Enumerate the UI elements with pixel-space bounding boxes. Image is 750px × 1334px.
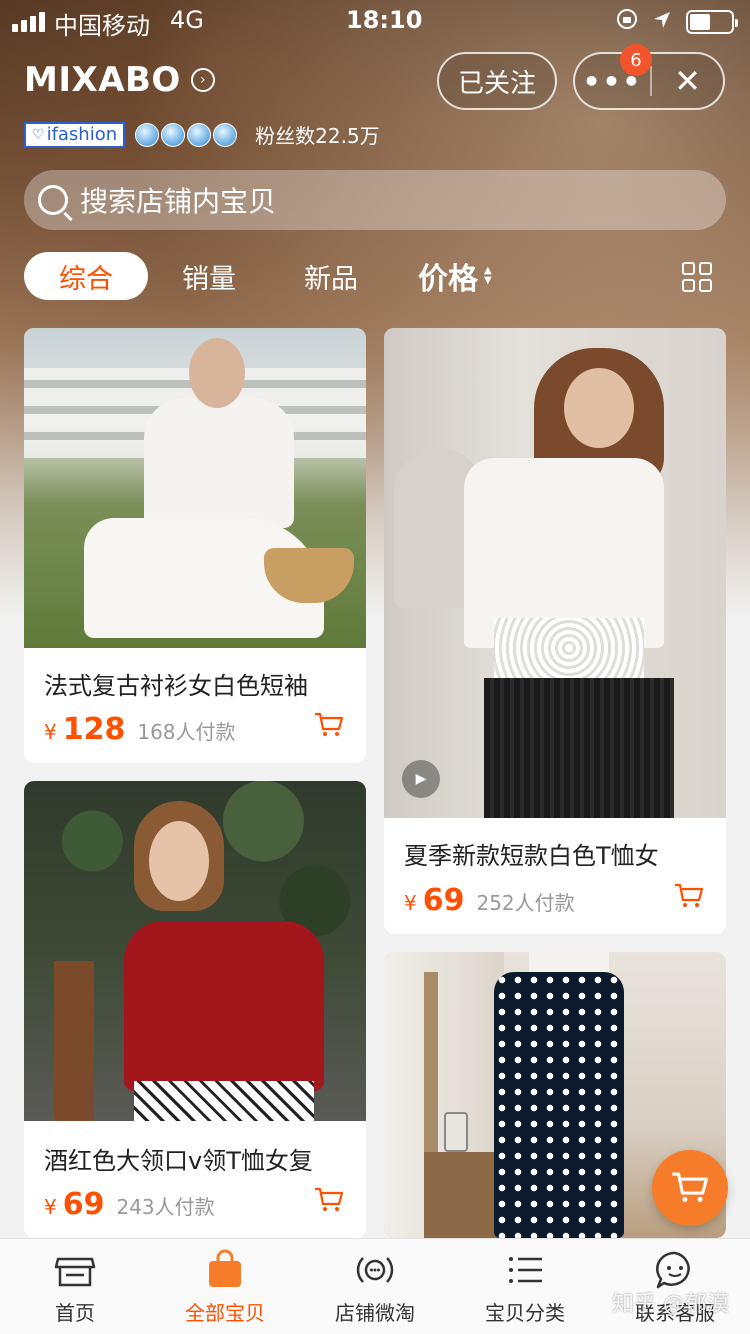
sort-tabs: 综合 销量 新品 价格 ▲ ▼: [24, 252, 726, 300]
crown-icon: [213, 122, 238, 147]
battery-icon: [686, 10, 738, 34]
list-icon: [509, 1257, 542, 1283]
fans-count: 粉丝数22.5万: [255, 124, 380, 148]
network-label: 4G: [170, 6, 204, 34]
sales-count: 243人付款: [116, 1195, 215, 1219]
grid-view-icon[interactable]: [682, 262, 712, 292]
play-video-icon[interactable]: ▶: [402, 760, 440, 798]
carrier-label: 中国移动: [54, 12, 150, 40]
price-row: ¥ 69 252人付款: [404, 883, 575, 918]
shop-name[interactable]: MIXABO: [24, 60, 181, 100]
ifashion-badge: ♡ ifashion: [24, 121, 126, 148]
search-input[interactable]: 搜索店铺内宝贝: [24, 170, 726, 230]
location-icon: [652, 8, 672, 36]
product-title[interactable]: 酒红色大领口v领T恤女复: [44, 1141, 344, 1176]
watermark: 知乎 @郁漠: [612, 1292, 729, 1317]
status-bar: 中国移动 4G 18:10: [0, 0, 750, 40]
product-price: 69: [422, 883, 465, 918]
price-row: ¥ 128 168人付款: [44, 712, 236, 747]
product-image[interactable]: [24, 328, 366, 648]
tab-categories[interactable]: 宝贝分类: [450, 1239, 600, 1334]
follow-button[interactable]: 已关注: [437, 52, 557, 110]
crown-icon: [135, 122, 160, 147]
tab-comprehensive[interactable]: 综合: [24, 252, 148, 300]
crown-rating: [135, 122, 238, 147]
search-icon: [38, 185, 68, 215]
crown-icon: [187, 122, 212, 147]
tab-sales[interactable]: 销量: [182, 257, 236, 296]
shop-tags: ♡ ifashion 粉丝数22.5万: [24, 120, 380, 149]
tab-price[interactable]: 价格 ▲ ▼: [418, 254, 492, 298]
product-image[interactable]: [24, 781, 366, 1121]
tab-all-items[interactable]: 全部宝贝: [150, 1239, 300, 1334]
notification-badge: 6: [620, 44, 652, 76]
tab-label: 首页: [55, 1301, 95, 1325]
sales-count: 252人付款: [476, 891, 575, 915]
sales-count: 168人付款: [137, 720, 236, 744]
cart-icon: [672, 1172, 708, 1202]
bag-icon: [209, 1249, 241, 1287]
tab-label: 全部宝贝: [185, 1301, 265, 1325]
cart-icon[interactable]: [674, 883, 704, 909]
signal-icon: [12, 12, 45, 32]
chevron-right-icon[interactable]: ›: [190, 68, 215, 92]
floating-cart-button[interactable]: [652, 1150, 728, 1226]
currency-symbol: ¥: [44, 1195, 57, 1219]
product-price: 128: [62, 712, 126, 747]
clock: 18:10: [346, 6, 423, 34]
product-title[interactable]: 法式复古衬衫女白色短袖: [44, 666, 344, 701]
cart-icon[interactable]: [314, 1187, 344, 1213]
product-card[interactable]: 酒红色大领口v领T恤女复 ¥ 69 243人付款: [24, 781, 366, 1238]
shop-icon: [54, 1257, 96, 1287]
sort-arrows-icon: ▲ ▼: [484, 265, 492, 286]
product-title[interactable]: 夏季新款短款白色T恤女: [404, 836, 704, 871]
search-placeholder: 搜索店铺内宝贝: [80, 185, 277, 218]
tab-label: 宝贝分类: [485, 1301, 565, 1325]
shop-name-row[interactable]: MIXABO ›: [24, 60, 215, 100]
ifashion-label: ifashion: [46, 124, 118, 145]
currency-symbol: ¥: [404, 891, 417, 915]
tab-price-label: 价格: [418, 262, 478, 297]
tab-home[interactable]: 首页: [0, 1239, 150, 1334]
crown-icon: [161, 122, 186, 147]
cart-icon[interactable]: [314, 712, 344, 738]
broadcast-icon: [356, 1257, 394, 1283]
product-card[interactable]: 法式复古衬衫女白色短袖 ¥ 128 168人付款: [24, 328, 366, 763]
rotation-lock-icon: [616, 8, 638, 36]
tab-weitao[interactable]: 店铺微淘: [300, 1239, 450, 1334]
product-price: 69: [62, 1187, 105, 1222]
product-image[interactable]: [384, 328, 726, 818]
product-card[interactable]: ▶ 夏季新款短款白色T恤女 ¥ 69 252人付款: [384, 328, 726, 934]
heart-icon: ♡: [32, 126, 45, 143]
tab-new[interactable]: 新品: [304, 257, 358, 296]
currency-symbol: ¥: [44, 720, 57, 744]
price-row: ¥ 69 243人付款: [44, 1187, 215, 1222]
close-icon[interactable]: ✕: [652, 62, 723, 100]
tab-label: 店铺微淘: [335, 1301, 415, 1325]
